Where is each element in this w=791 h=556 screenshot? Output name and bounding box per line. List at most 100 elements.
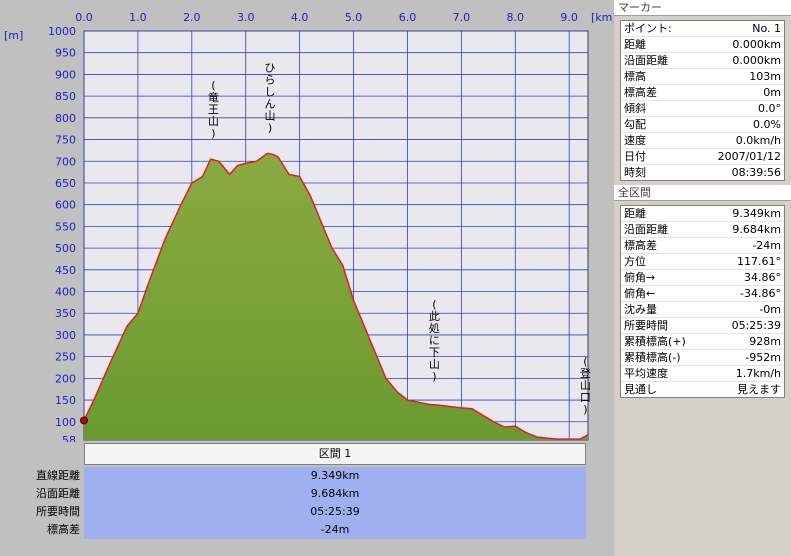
marker-value: 2007/01/12: [717, 150, 781, 163]
x-tick-label: 4.0: [291, 11, 309, 24]
y-tick-label: 650: [55, 177, 76, 190]
whole-key: 沈み量: [624, 303, 657, 316]
whole-row: 沿面距離 9.684km: [621, 222, 784, 238]
marker-value: 0.0°: [758, 102, 781, 115]
whole-value: 117.61°: [737, 255, 781, 268]
x-tick-label: 6.0: [399, 11, 417, 24]
y-tick-label: 500: [55, 242, 76, 255]
y-tick-label: 150: [55, 394, 76, 407]
y-unit-label: [m]: [4, 29, 23, 42]
y-tick-label: 600: [55, 199, 76, 212]
marker-row: 標高 103m: [621, 69, 784, 85]
whole-row: 俯角→ 34.86°: [621, 270, 784, 286]
whole-key: 累積標高(-): [624, 351, 681, 364]
whole-key: 距離: [624, 207, 646, 220]
marker-key: 速度: [624, 134, 646, 147]
marker-row: 時刻 08:39:56: [621, 165, 784, 180]
summary-row: 標高差 -24m: [0, 521, 614, 539]
marker-value: 103m: [749, 70, 781, 83]
summary-value: 9.684km: [84, 485, 586, 503]
y-tick-label: 950: [55, 47, 76, 60]
marker-table: ポイント: No. 1 距離 0.000km 沿面距離 0.000km 標高 103m 標高差 0…: [620, 20, 785, 181]
marker-value: No. 1: [752, 22, 781, 35]
whole-value: 見えます: [737, 383, 781, 396]
whole-table: 距離 9.349km 沿面距離 9.684km 標高差 -24m 方位 117.61° 俯角→ 3…: [620, 205, 785, 398]
marker-value: 0.000km: [732, 54, 781, 67]
y-tick-label: 58: [62, 434, 76, 442]
summary-label: 直線距離: [36, 469, 80, 482]
marker-row: 速度 0.0km/h: [621, 133, 784, 149]
whole-key: 標高差: [624, 239, 657, 252]
whole-value: 05:25:39: [731, 319, 781, 332]
whole-value: 1.7km/h: [735, 367, 781, 380]
marker-key: 沿面距離: [624, 54, 668, 67]
marker-key: 標高: [624, 70, 646, 83]
marker-key: 標高差: [624, 86, 657, 99]
x-tick-label: 3.0: [237, 11, 255, 24]
marker-key: 距離: [624, 38, 646, 51]
summary-label: 沿面距離: [36, 487, 80, 500]
summary-label: 標高差: [47, 523, 80, 536]
y-tick-label: 250: [55, 351, 76, 364]
y-tick-label: 550: [55, 220, 76, 233]
whole-key: 累積標高(+): [624, 335, 686, 348]
summary-value: 05:25:39: [84, 503, 586, 521]
marker-point[interactable]: [80, 416, 88, 425]
summary-row: 沿面距離 9.684km: [0, 485, 614, 503]
x-unit-label: [km]: [591, 11, 614, 24]
whole-key: 平均速度: [624, 367, 668, 380]
marker-row: ポイント: No. 1: [621, 21, 784, 37]
section-header[interactable]: 区間 1: [84, 443, 586, 465]
elevation-chart[interactable]: 1000 950 900 850 800 750 700 650 600 550 500 450 400…: [0, 0, 614, 442]
whole-key: 俯角→: [624, 271, 656, 284]
y-tick-label: 1000: [48, 25, 76, 38]
whole-row: 距離 9.349km: [621, 206, 784, 222]
x-tick-label: 8.0: [507, 11, 525, 24]
whole-value: -34.86°: [740, 287, 781, 300]
peak-annotation: (此処に下山): [429, 298, 440, 383]
x-tick-label: 5.0: [345, 11, 363, 24]
marker-value: 0.0km/h: [735, 134, 781, 147]
summary-value: -24m: [84, 521, 586, 539]
y-tick-label: 300: [55, 329, 76, 342]
y-tick-label: 900: [55, 68, 76, 81]
whole-row: 累積標高(+) 928m: [621, 334, 784, 350]
whole-row: 平均速度 1.7km/h: [621, 366, 784, 382]
y-tick-label: 400: [55, 286, 76, 299]
summary-row: 所要時間 05:25:39: [0, 503, 614, 521]
x-tick-label: 2.0: [183, 11, 201, 24]
whole-row: 方位 117.61°: [621, 254, 784, 270]
marker-title: マーカー: [614, 0, 791, 16]
whole-title: 全区間: [614, 185, 791, 201]
whole-row: 沈み量 -0m: [621, 302, 784, 318]
whole-value: 34.86°: [744, 271, 781, 284]
y-tick-label: 200: [55, 372, 76, 385]
marker-value: 0.0%: [753, 118, 781, 131]
marker-row: 傾斜 0.0°: [621, 101, 784, 117]
x-tick-label: 0.0: [75, 11, 93, 24]
whole-value: -24m: [752, 239, 781, 252]
y-tick-label: 850: [55, 90, 76, 103]
info-panel: マーカー ポイント: No. 1 距離 0.000km 沿面距離 0.000km 標高 103…: [614, 0, 791, 556]
x-tick-label: 9.0: [560, 11, 578, 24]
y-tick-label: 750: [55, 134, 76, 147]
whole-key: 沿面距離: [624, 223, 668, 236]
summary-value: 9.349km: [84, 467, 586, 485]
x-tick-label: 1.0: [129, 11, 147, 24]
whole-row: 見通し 見えます: [621, 382, 784, 397]
whole-row: 累積標高(-) -952m: [621, 350, 784, 366]
marker-key: ポイント:: [624, 22, 672, 35]
marker-row: 勾配 0.0%: [621, 117, 784, 133]
y-tick-label: 450: [55, 264, 76, 277]
whole-key: 俯角←: [624, 287, 656, 300]
marker-row: 距離 0.000km: [621, 37, 784, 53]
whole-value: 9.349km: [732, 207, 781, 220]
y-tick-label: 100: [55, 416, 76, 429]
whole-value: -952m: [745, 351, 781, 364]
marker-value: 08:39:56: [731, 166, 781, 179]
profile-panel: 1000 950 900 850 800 750 700 650 600 550 500 450 400…: [0, 0, 614, 556]
whole-value: -0m: [759, 303, 781, 316]
whole-key: 方位: [624, 255, 646, 268]
summary-label: 所要時間: [36, 505, 80, 518]
y-tick-label: 800: [55, 112, 76, 125]
